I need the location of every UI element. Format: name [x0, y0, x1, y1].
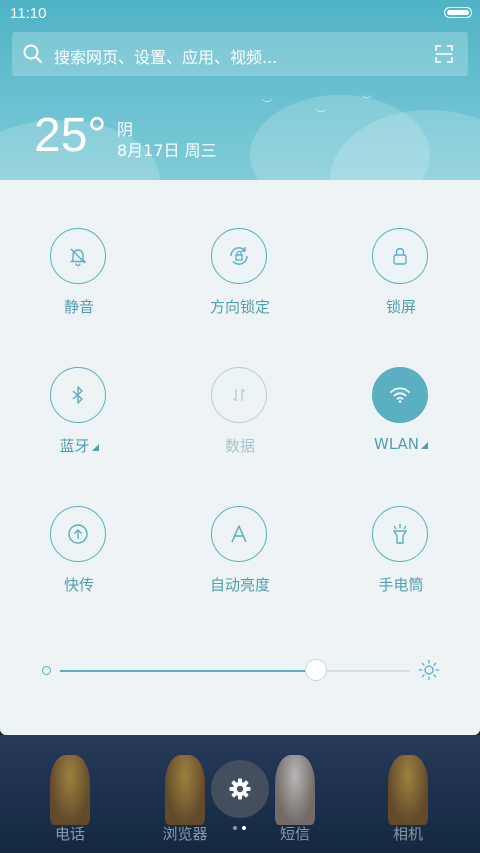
search-placeholder: 搜索网页、设置、应用、视频... [54, 48, 278, 67]
status-time: 11:10 [10, 5, 47, 22]
toggle-label-text: WLAN [373, 435, 419, 453]
brightness-high-icon [418, 659, 440, 681]
weather-date: 8月17日 周三 [117, 141, 217, 160]
wifi-icon [372, 367, 428, 423]
page-dot [233, 826, 237, 830]
toggle-label: 数据 [224, 437, 255, 455]
dock-app-camera[interactable]: 相机 [348, 755, 468, 845]
toggle-label: 静音 [63, 298, 94, 316]
toggle-label: 方向锁定 [209, 298, 270, 316]
toggle-bluetooth[interactable]: 蓝牙 [19, 367, 139, 467]
bird-decoration: ︶ [316, 110, 326, 121]
toggle-label: 蓝牙 [19, 435, 139, 456]
dock-app-label: 相机 [392, 825, 423, 843]
bird-decoration: ︶ [262, 100, 272, 111]
camera-app-icon [388, 755, 428, 825]
scan-icon[interactable] [434, 44, 454, 64]
toggle-mobile-data[interactable]: 数据 [180, 367, 300, 467]
phone-app-icon [50, 755, 90, 825]
mobile-data-icon [211, 367, 267, 423]
messages-app-icon [275, 755, 315, 825]
toggle-auto-brightness[interactable]: 自动亮度 [180, 506, 300, 606]
lock-icon [372, 228, 428, 284]
toggle-quick-transfer[interactable]: 快传 [19, 506, 139, 606]
bell-off-icon [50, 228, 106, 284]
search-icon [23, 44, 42, 63]
dock-app-phone[interactable]: 电话 [10, 755, 130, 845]
battery-icon [444, 7, 472, 18]
notification-header: ︶ ︶ ︶ 11:10 搜索网页、设置、应用、视频... 25° 阴 8月17日… [0, 0, 480, 180]
toggle-label: 手电筒 [378, 576, 424, 594]
temperature: 25° [34, 109, 107, 162]
browser-app-icon [165, 755, 205, 825]
transfer-icon [50, 506, 106, 562]
flashlight-icon [372, 506, 428, 562]
gear-icon [229, 778, 251, 800]
page-indicator [231, 826, 251, 832]
brightness-slider[interactable] [60, 659, 410, 681]
search-bar[interactable]: 搜索网页、设置、应用、视频... [12, 32, 468, 76]
bluetooth-icon [50, 367, 106, 423]
brightness-slider-fill [60, 670, 316, 672]
page-dot-active [242, 826, 246, 830]
brightness-low-icon [42, 666, 51, 675]
bird-decoration: ︶ [362, 96, 372, 107]
dock-app-label: 浏览器 [162, 825, 208, 843]
toggle-wlan[interactable]: WLAN [341, 367, 461, 467]
toggle-label: 锁屏 [385, 298, 416, 316]
toggle-label: WLAN [341, 435, 461, 453]
dock-app-label: 短信 [279, 825, 310, 843]
settings-button[interactable] [211, 760, 269, 818]
toggle-rotation-lock[interactable]: 方向锁定 [180, 228, 300, 328]
rotation-lock-icon [211, 228, 267, 284]
toggle-lock-screen[interactable]: 锁屏 [341, 228, 461, 328]
expand-corner-icon [421, 442, 428, 449]
toggle-label: 自动亮度 [209, 576, 270, 594]
auto-brightness-icon [211, 506, 267, 562]
dock-app-label: 电话 [54, 825, 85, 843]
expand-corner-icon [91, 444, 99, 451]
toggle-flashlight[interactable]: 手电筒 [341, 506, 461, 606]
toggle-silent[interactable]: 静音 [19, 228, 139, 328]
toggle-label: 快传 [63, 576, 94, 594]
toggle-label-text: 蓝牙 [59, 437, 90, 455]
status-bar: 11:10 [0, 0, 480, 28]
brightness-slider-thumb[interactable] [304, 659, 327, 681]
